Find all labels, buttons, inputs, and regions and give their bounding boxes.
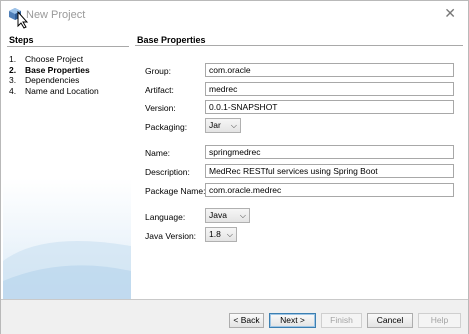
name-field[interactable]: springmedrec: [205, 145, 454, 159]
step-number: 4.: [9, 85, 17, 96]
package-name-label: Package Name:: [145, 186, 206, 196]
step-label: Dependencies: [25, 75, 80, 85]
chevron-down-icon: ⌵: [230, 121, 237, 130]
panel-divider: [135, 45, 463, 46]
chevron-down-icon: ⌵: [226, 230, 233, 239]
title-bar: New Project ✕: [1, 1, 468, 29]
steps-divider: [7, 46, 129, 47]
chevron-down-icon: ⌵: [239, 211, 246, 220]
language-select[interactable]: Java ⌵: [205, 208, 250, 223]
finish-button[interactable]: Finish: [321, 313, 362, 328]
cancel-button[interactable]: Cancel: [367, 313, 413, 328]
step-item: 4. Name and Location: [9, 86, 99, 97]
version-field[interactable]: 0.0.1-SNAPSHOT: [205, 100, 454, 114]
artifact-field[interactable]: medrec: [205, 82, 454, 96]
back-button[interactable]: < Back: [229, 313, 264, 328]
new-project-dialog: New Project ✕ Steps 1. Choose Project 2. B…: [0, 0, 469, 334]
steps-list: 1. Choose Project 2. Base Properties 3. Dep…: [9, 54, 99, 96]
packaging-select[interactable]: Jar ⌵: [205, 118, 241, 133]
artifact-label: Artifact:: [145, 85, 174, 95]
mouse-cursor-icon: [17, 11, 29, 29]
button-bar: < Back Next > Finish Cancel Help: [1, 299, 468, 334]
description-field[interactable]: MedRec RESTful services using Spring Boo…: [205, 164, 454, 178]
packaging-label: Packaging:: [145, 122, 188, 132]
package-name-field[interactable]: com.oracle.medrec: [205, 183, 454, 197]
step-number: 2.: [9, 64, 17, 75]
next-button[interactable]: Next >: [269, 313, 316, 328]
java-version-select[interactable]: 1.8 ⌵: [205, 227, 237, 242]
java-version-label: Java Version:: [145, 231, 197, 241]
step-label: Base Properties: [25, 64, 90, 75]
language-label: Language:: [145, 212, 186, 222]
group-label: Group:: [145, 66, 171, 76]
steps-panel: Steps 1. Choose Project 2. Base Properties…: [3, 31, 131, 299]
step-number: 3.: [9, 75, 17, 85]
window-title: New Project: [26, 9, 86, 21]
step-number: 1.: [9, 54, 17, 64]
step-item-active: 2. Base Properties: [9, 65, 99, 76]
language-value: Java: [209, 210, 227, 220]
step-item: 3. Dependencies: [9, 75, 99, 86]
panel-heading: Base Properties: [137, 35, 206, 45]
step-label: Choose Project: [25, 54, 84, 64]
step-item: 1. Choose Project: [9, 54, 99, 65]
java-version-value: 1.8: [209, 229, 221, 239]
packaging-value: Jar: [209, 120, 221, 130]
steps-heading: Steps: [9, 35, 34, 45]
group-field[interactable]: com.oracle: [205, 63, 454, 77]
name-label: Name:: [145, 148, 171, 158]
step-label: Name and Location: [25, 85, 99, 96]
description-label: Description:: [145, 167, 190, 177]
close-icon[interactable]: ✕: [444, 6, 456, 20]
help-button[interactable]: Help: [418, 313, 461, 328]
version-label: Version:: [145, 103, 176, 113]
